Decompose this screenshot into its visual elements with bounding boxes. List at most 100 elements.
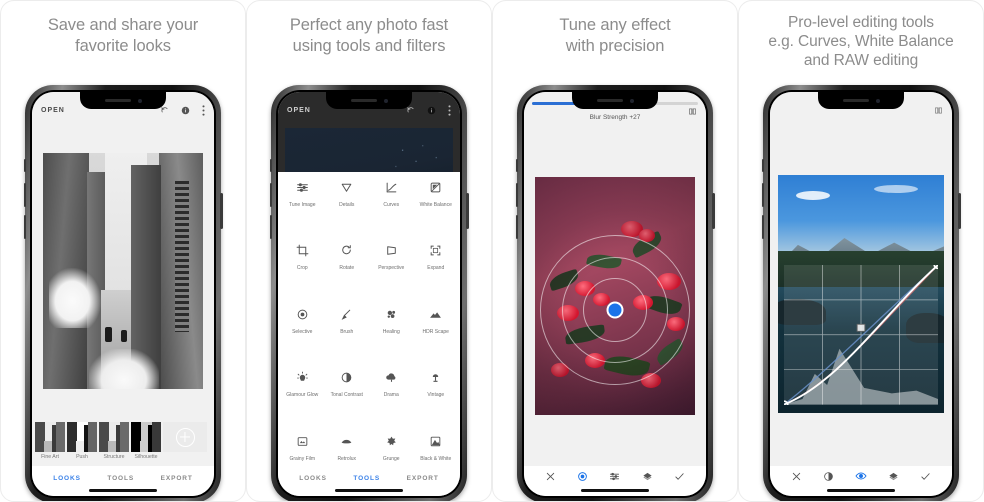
info-icon[interactable] [181,106,190,115]
app-screenshot-card-4: Pro-level editing tools e.g. Curves, Whi… [738,0,984,502]
overflow-menu-icon[interactable] [448,104,451,116]
tool-vintage[interactable]: Vintage [414,367,459,430]
tool-label: Curves [383,202,400,208]
eye-icon[interactable] [855,469,867,487]
tool-healing[interactable]: Healing [369,304,414,367]
tool-label: Tune Image [289,202,316,208]
tool-curves[interactable]: Curves [369,177,414,240]
headline-line: Save and share your [47,16,199,34]
tool-expand[interactable]: Expand [414,240,459,303]
brush-stack-icon[interactable] [888,469,899,487]
triangle-down-icon [340,181,353,199]
lens-blur-icon[interactable] [577,469,588,487]
tool-label: White Balance [419,202,452,208]
tools-grid[interactable]: Tune Image Details Curves White Balance … [278,172,460,496]
photo-red-flowers-on-pink [535,177,695,415]
home-indicator [89,488,157,492]
drama-cloud-icon [385,371,398,389]
vintage-lamp-icon [429,371,442,389]
tab-tools[interactable]: TOOLS [353,475,380,482]
tab-tools[interactable]: TOOLS [107,475,134,482]
open-button[interactable]: OPEN [41,107,65,114]
tool-white-balance[interactable]: White Balance [414,177,459,240]
check-icon[interactable] [674,469,685,487]
close-icon[interactable] [791,469,802,487]
card-1-headline: Save and share your favorite looks [1,1,245,57]
headline-line: with precision [565,37,665,55]
slider-title: Blur Strength +27 [589,114,641,121]
add-look-button[interactable] [163,422,207,452]
app-screenshot-card-1: Save and share your favorite looks OPEN [0,0,246,502]
home-indicator [335,488,403,492]
look-item[interactable]: Push [67,422,97,460]
headline-line: Perfect any photo fast [289,16,449,34]
card-2-headline: Perfect any photo fast using tools and f… [247,1,491,57]
tool-label: Vintage [427,392,445,399]
tool-selective[interactable]: Selective [280,304,325,367]
tool-label: Retrolux [337,455,357,462]
photo-canvas[interactable] [524,126,706,466]
tool-label: Brush [340,328,354,335]
tool-label: HDR Scape [422,328,449,335]
card-4-headline: Pro-level editing tools e.g. Curves, Whi… [739,1,983,70]
compare-icon[interactable] [688,103,697,121]
tool-perspective[interactable]: Perspective [369,240,414,303]
phone-mockup-4 [761,85,961,501]
look-label: Silhouette [134,454,158,460]
tool-label: Tonal Contrast [330,392,363,399]
curves-editor-overlay[interactable] [784,265,938,405]
headline-line: Tune any effect [559,16,671,34]
app-screenshot-card-2: Perfect any photo fast using tools and f… [246,0,492,502]
look-item[interactable]: Silhouette [131,422,161,460]
app-screenshot-card-3: Tune any effect with precision Blur Stre… [492,0,738,502]
tool-hdr-scape[interactable]: HDR Scape [414,304,459,367]
tool-label: Grunge [382,455,400,462]
close-icon[interactable] [545,469,556,487]
curves-chart[interactable] [784,265,938,405]
look-item[interactable]: Structure [99,422,129,460]
open-button[interactable]: OPEN [287,107,311,114]
looks-filmstrip[interactable]: Fine Art Push Structure Silhouette [32,420,214,466]
healing-icon [385,308,398,326]
white-balance-icon [429,181,442,199]
sliders-icon[interactable] [609,469,620,487]
brush-icon [340,308,353,326]
tab-looks[interactable]: LOOKS [299,475,327,482]
brush-stack-icon[interactable] [642,469,653,487]
check-icon[interactable] [920,469,931,487]
tab-looks[interactable]: LOOKS [53,475,81,482]
contrast-circle-icon[interactable] [823,469,834,487]
headline-line: and RAW editing [803,52,919,69]
photo-canvas[interactable] [770,122,952,466]
photo-canvas[interactable] [32,122,214,420]
tool-tonal-contrast[interactable]: Tonal Contrast [325,367,370,430]
look-label: Push [76,454,88,460]
photo-mountain-lake-landscape [778,175,944,413]
tab-export[interactable]: EXPORT [161,475,193,482]
tool-label: Perspective [378,265,405,272]
tool-details[interactable]: Details [325,177,370,240]
black-white-icon [429,435,442,453]
blur-center-handle[interactable] [606,301,624,319]
rotate-icon [340,244,353,262]
tool-rotate[interactable]: Rotate [325,240,370,303]
compare-icon[interactable] [934,106,943,115]
headline-line: using tools and filters [292,37,446,55]
tonal-contrast-icon [340,371,353,389]
tab-export[interactable]: EXPORT [407,475,439,482]
tool-label: Healing [382,328,400,335]
look-item[interactable]: Fine Art [35,422,65,460]
card-3-headline: Tune any effect with precision [493,1,737,57]
tool-drama[interactable]: Drama [369,367,414,430]
tool-label: Glamour Glow [286,392,319,399]
home-indicator [827,488,895,492]
tool-glamour-glow[interactable]: Glamour Glow [280,367,325,430]
tool-tune-image[interactable]: Tune Image [280,177,325,240]
phone-notch [326,92,412,109]
phone-mockup-1: OPEN Fine Art Push Structure Silhouette … [23,85,223,501]
tool-brush[interactable]: Brush [325,304,370,367]
tool-crop[interactable]: Crop [280,240,325,303]
info-icon[interactable] [427,106,436,115]
tool-label: Rotate [339,265,355,272]
overflow-menu-icon[interactable] [202,104,205,116]
